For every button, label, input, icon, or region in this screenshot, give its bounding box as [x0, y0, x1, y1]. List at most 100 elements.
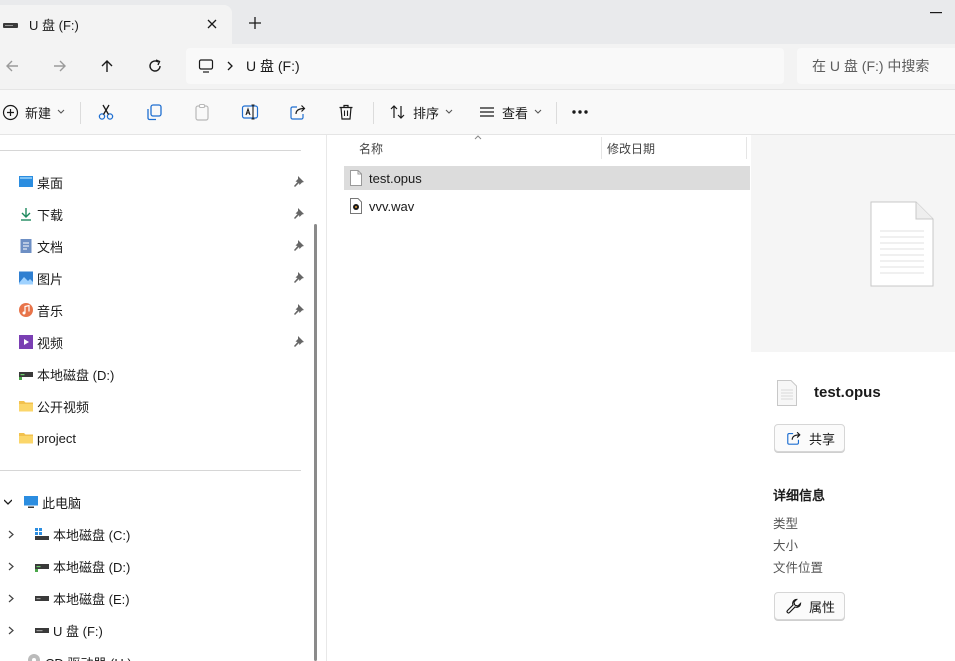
column-label: 修改日期: [607, 141, 656, 156]
new-label: 新建: [25, 105, 52, 121]
new-button[interactable]: 新建: [2, 90, 65, 134]
chevron-down-icon: [57, 109, 65, 115]
sidebar-item-videos[interactable]: 视频: [0, 329, 304, 355]
new-tab-button[interactable]: [244, 12, 266, 34]
wrench-icon: [786, 598, 802, 614]
sidebar-item-documents[interactable]: 文档: [0, 233, 304, 259]
divider: [0, 470, 301, 471]
sidebar-item-label: 图片: [37, 271, 64, 287]
sidebar-item-label: 文档: [37, 239, 64, 255]
address-bar[interactable]: U 盘 (F:): [186, 48, 784, 84]
pin-icon[interactable]: [293, 207, 305, 219]
sidebar-item-label: 公开视频: [37, 399, 90, 415]
chevron-right-icon[interactable]: [226, 61, 234, 71]
sidebar-item-this-pc[interactable]: 此电脑: [0, 489, 81, 515]
file-row[interactable]: test.opus: [344, 166, 750, 190]
forward-icon[interactable]: [45, 51, 75, 81]
audio-file-icon: [350, 198, 362, 214]
sidebar-item-label: 视频: [37, 335, 64, 351]
column-divider[interactable]: [746, 137, 747, 159]
file-icon: [777, 380, 797, 406]
column-divider[interactable]: [601, 137, 602, 159]
sort-button[interactable]: 排序: [389, 90, 453, 134]
pin-icon[interactable]: [293, 335, 305, 347]
chevron-right-icon[interactable]: [8, 562, 20, 571]
minimize-icon[interactable]: [926, 6, 946, 20]
clipboard-icon: [193, 103, 211, 121]
trash-icon: [337, 103, 355, 121]
sidebar-item-label: 桌面: [37, 175, 64, 191]
delete-button[interactable]: [337, 90, 355, 134]
sidebar-item-downloads[interactable]: 下载: [0, 201, 304, 227]
share-label: 共享: [809, 431, 836, 447]
refresh-icon[interactable]: [140, 51, 170, 81]
sort-icon: [389, 103, 407, 121]
sidebar-scrollbar[interactable]: [314, 224, 317, 661]
properties-button[interactable]: 属性: [774, 592, 845, 620]
detail-location-label: 文件位置: [773, 561, 824, 575]
sidebar-item-drive-c[interactable]: 本地磁盘 (C:): [0, 521, 130, 547]
sidebar-item-label: 本地磁盘 (D:): [37, 367, 115, 383]
file-row[interactable]: vvv.wav: [344, 194, 750, 218]
pin-icon[interactable]: [293, 271, 305, 283]
plus-circle-icon: [2, 104, 19, 121]
drive-icon: [18, 366, 34, 382]
copy-button[interactable]: [145, 90, 163, 134]
sidebar-item-drive-d[interactable]: 本地磁盘 (D:): [0, 361, 114, 387]
sidebar-item-label: 本地磁盘 (D:): [53, 559, 131, 575]
view-label: 查看: [502, 105, 529, 121]
sidebar-item-pictures[interactable]: 图片: [0, 265, 304, 291]
chevron-down-icon: [534, 109, 542, 115]
chevron-down-icon[interactable]: [4, 499, 16, 505]
picture-icon: [18, 270, 34, 286]
search-input[interactable]: 在 U 盘 (F:) 中搜索: [797, 48, 955, 84]
detail-size-label: 大小: [773, 539, 799, 553]
rename-button[interactable]: [241, 90, 259, 134]
sidebar-item-usb-drive[interactable]: U 盘 (F:): [0, 617, 103, 643]
column-header-name[interactable]: 名称: [359, 135, 599, 161]
up-icon[interactable]: [92, 51, 122, 81]
chevron-right-icon[interactable]: [8, 594, 20, 603]
share-button[interactable]: [289, 90, 307, 134]
pin-icon[interactable]: [293, 303, 305, 315]
paste-button[interactable]: [193, 90, 211, 134]
sidebar-item-drive-e[interactable]: 本地磁盘 (E:): [0, 585, 130, 611]
windows-drive-icon: [34, 526, 50, 542]
more-options-button[interactable]: [571, 90, 589, 134]
rename-icon: [241, 103, 259, 121]
divider: [0, 150, 301, 151]
breadcrumb-current[interactable]: U 盘 (F:): [246, 56, 300, 76]
view-button[interactable]: 查看: [478, 90, 542, 134]
navigation-bar: U 盘 (F:) 在 U 盘 (F:) 中搜索: [0, 44, 955, 89]
share-button[interactable]: 共享: [774, 424, 845, 452]
sidebar-item-label: 本地磁盘 (C:): [53, 527, 131, 543]
sort-label: 排序: [413, 105, 440, 121]
share-icon: [289, 103, 307, 121]
navigation-pane: 桌面 下载 文档 图片 音乐 视频 本地磁盘 (D:) 公开视频 project…: [0, 135, 316, 661]
sidebar-item-drive-d[interactable]: 本地磁盘 (D:): [0, 553, 130, 579]
pin-icon[interactable]: [293, 175, 305, 187]
cut-button[interactable]: [97, 90, 115, 134]
back-icon[interactable]: [0, 51, 27, 81]
tab-current[interactable]: U 盘 (F:): [0, 5, 232, 44]
sidebar-item-desktop[interactable]: 桌面: [0, 169, 304, 195]
folder-icon: [18, 430, 34, 446]
close-icon[interactable]: [201, 13, 223, 35]
computer-icon: [23, 494, 39, 510]
sidebar-item-cd-drive[interactable]: CD 驱动器 (H:): [0, 649, 132, 661]
sidebar-item-label: 此电脑: [42, 495, 82, 511]
video-icon: [18, 334, 34, 350]
pin-icon[interactable]: [293, 239, 305, 251]
chevron-right-icon[interactable]: [8, 530, 20, 539]
properties-label: 属性: [809, 599, 836, 615]
sidebar-item-public-videos[interactable]: 公开视频: [0, 393, 89, 419]
sidebar-item-label: U 盘 (F:): [53, 623, 103, 639]
sidebar-item-music[interactable]: 音乐: [0, 297, 304, 323]
file-name: vvv.wav: [369, 198, 415, 214]
chevron-right-icon[interactable]: [8, 626, 20, 635]
sidebar-item-project[interactable]: project: [0, 425, 76, 451]
command-bar: 新建 排序 查看: [0, 89, 955, 135]
sidebar-item-label: 下载: [37, 207, 64, 223]
more-icon: [571, 109, 589, 115]
column-header-modified[interactable]: 修改日期: [607, 135, 747, 161]
